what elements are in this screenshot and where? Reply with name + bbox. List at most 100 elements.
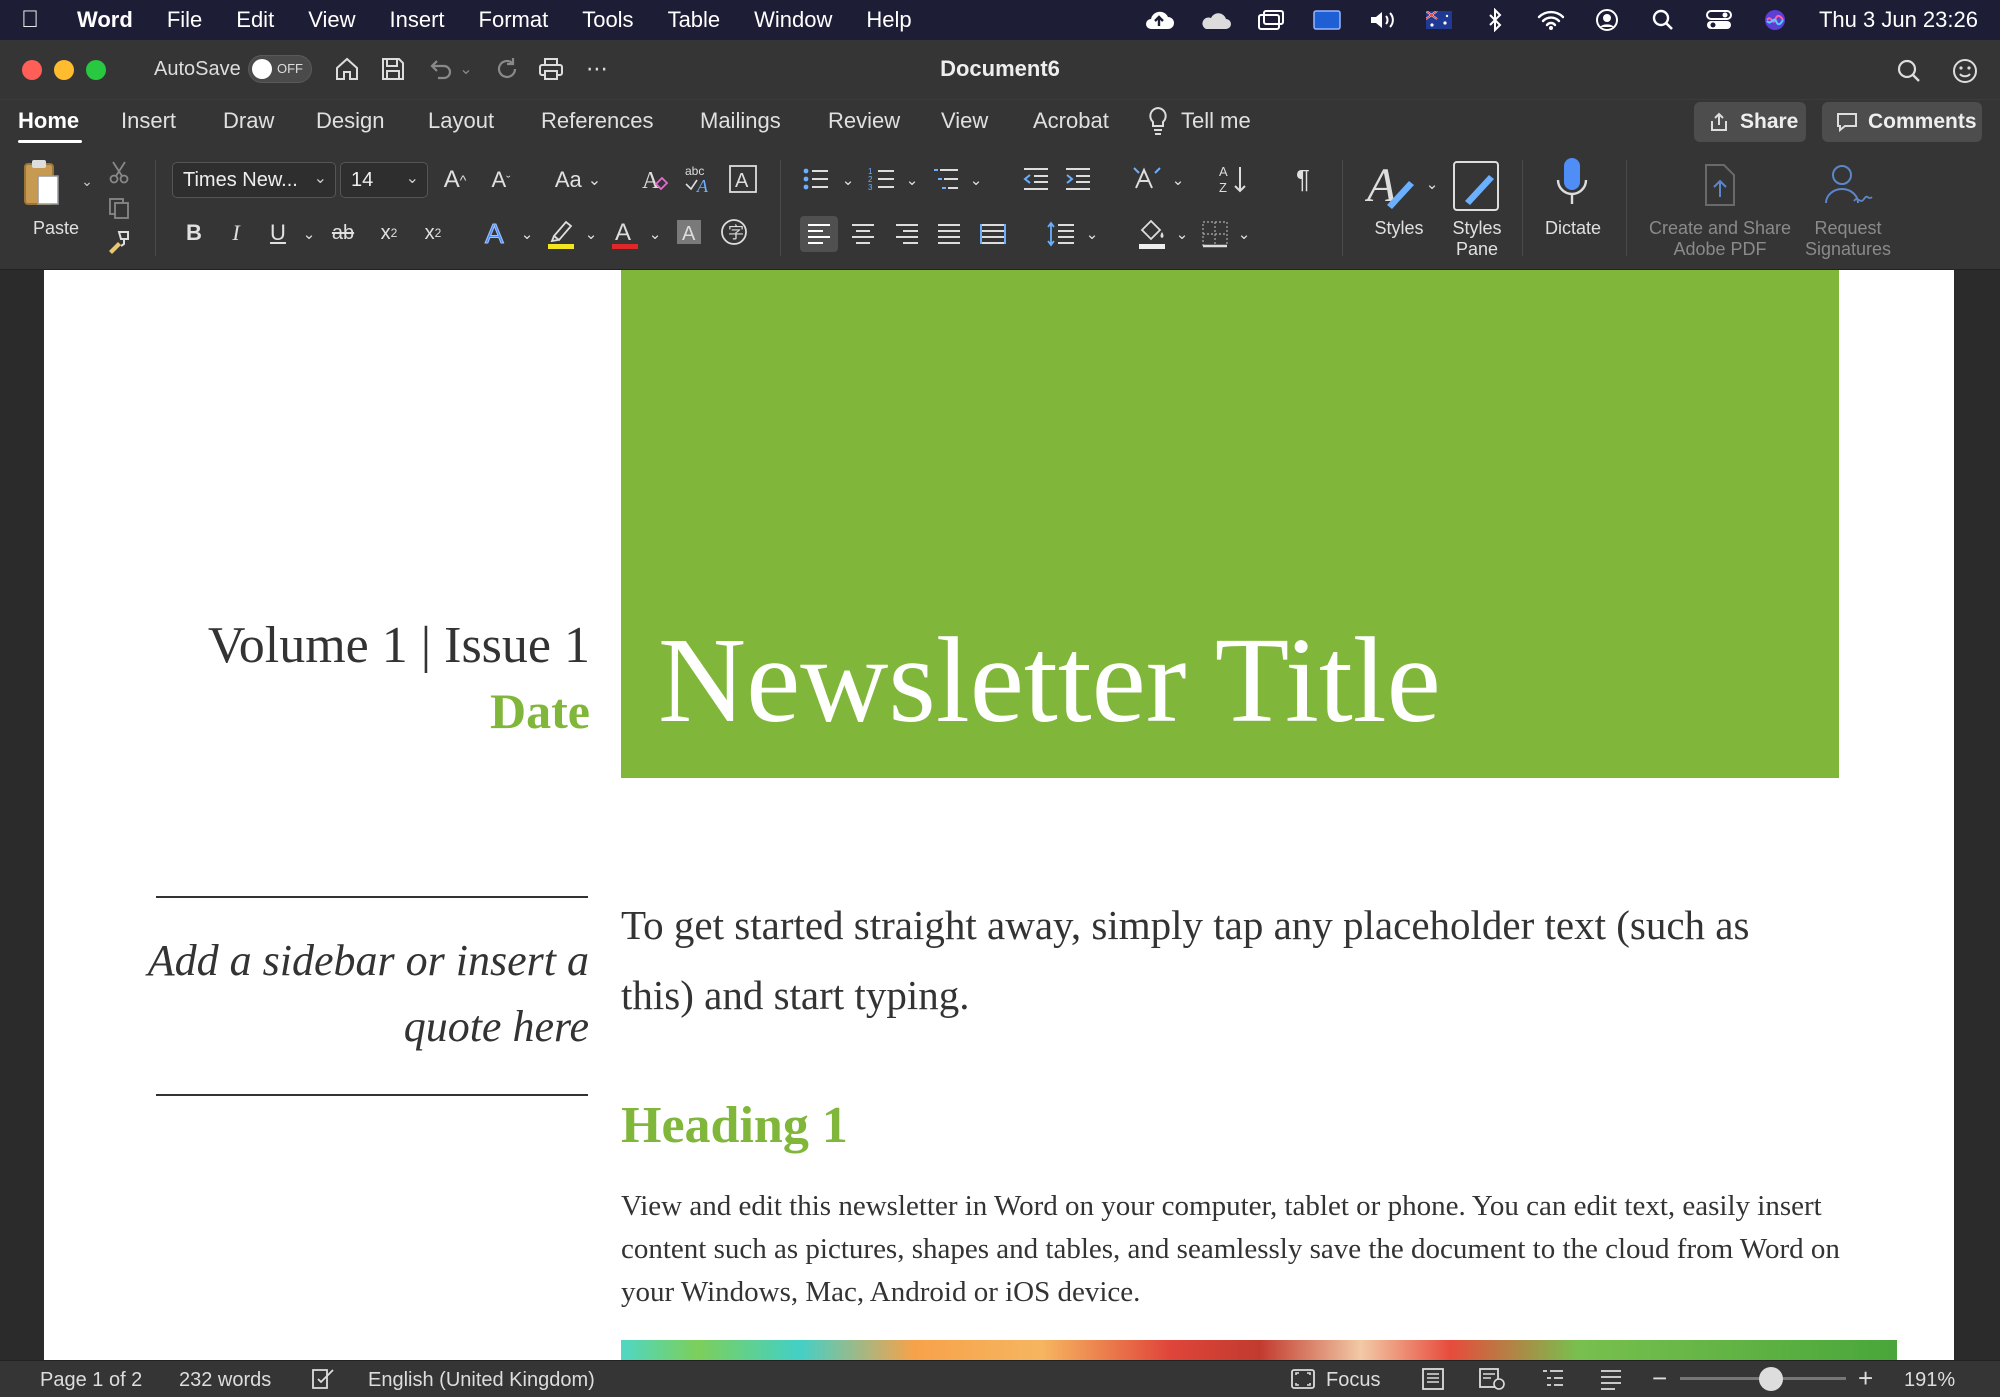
spelling-check-icon[interactable]: abc A — [682, 160, 718, 198]
align-center-button[interactable] — [846, 216, 880, 252]
zoom-in-button[interactable]: + — [1858, 1363, 1873, 1394]
tell-me-search[interactable]: Tell me — [1181, 108, 1251, 134]
focus-button[interactable]: Focus — [1326, 1369, 1380, 1392]
bullets-icon[interactable] — [800, 164, 832, 194]
window-switch-icon[interactable] — [1253, 7, 1289, 33]
tab-mailings[interactable]: Mailings — [700, 108, 781, 134]
text-direction-chevron-icon[interactable]: ⌄ — [1170, 168, 1186, 192]
zoom-out-button[interactable]: − — [1652, 1363, 1667, 1394]
highlighter-icon[interactable] — [544, 214, 578, 252]
search-icon[interactable] — [1894, 56, 1924, 86]
web-layout-view-icon[interactable] — [1478, 1367, 1506, 1391]
input-source-flag-icon[interactable] — [1421, 7, 1457, 33]
cloud-upload-icon[interactable] — [1141, 7, 1177, 33]
focus-icon[interactable] — [1290, 1367, 1316, 1391]
draft-view-icon[interactable] — [1598, 1367, 1624, 1391]
user-account-icon[interactable] — [1589, 7, 1625, 33]
cut-icon[interactable] — [106, 158, 132, 186]
sidebar-quote[interactable]: Add a sidebar or insert a quote here — [144, 928, 589, 1060]
tab-references[interactable]: References — [541, 108, 654, 134]
menu-window[interactable]: Window — [737, 7, 849, 33]
tab-draw[interactable]: Draw — [223, 108, 274, 134]
tab-layout[interactable]: Layout — [428, 108, 494, 134]
menu-table[interactable]: Table — [651, 7, 738, 33]
borders-icon[interactable] — [1198, 216, 1232, 252]
menu-file[interactable]: File — [150, 7, 219, 33]
italic-button[interactable]: I — [220, 216, 252, 250]
multilevel-list-icon[interactable] — [930, 164, 962, 194]
tab-design[interactable]: Design — [316, 108, 384, 134]
wifi-icon[interactable] — [1533, 7, 1569, 33]
superscript-button[interactable]: x2 — [416, 216, 450, 250]
heading-1[interactable]: Heading 1 — [621, 1096, 848, 1155]
microphone-icon[interactable] — [1552, 156, 1592, 212]
issue-date[interactable]: Date — [490, 682, 590, 740]
adobe-pdf-icon[interactable] — [1700, 160, 1740, 210]
shrink-font-icon[interactable]: Aˇ — [484, 162, 518, 198]
display-icon[interactable] — [1309, 7, 1345, 33]
menu-insert[interactable]: Insert — [372, 7, 461, 33]
font-color-chevron-icon[interactable]: ⌄ — [646, 220, 664, 248]
menu-format[interactable]: Format — [462, 7, 566, 33]
tab-review[interactable]: Review — [828, 108, 900, 134]
line-spacing-icon[interactable] — [1044, 216, 1078, 252]
clear-formatting-icon[interactable]: A — [638, 162, 672, 198]
outline-view-icon[interactable] — [1540, 1367, 1566, 1391]
multilevel-chevron-icon[interactable]: ⌄ — [968, 168, 984, 192]
styles-pane-icon[interactable] — [1450, 158, 1504, 214]
subscript-button[interactable]: x2 — [372, 216, 406, 250]
menu-edit[interactable]: Edit — [219, 7, 291, 33]
tab-home[interactable]: Home — [18, 108, 79, 134]
bluetooth-icon[interactable] — [1477, 7, 1513, 33]
text-box-icon[interactable]: A — [726, 162, 760, 196]
menu-help[interactable]: Help — [849, 7, 928, 33]
language-indicator[interactable]: English (United Kingdom) — [368, 1369, 595, 1392]
increase-indent-icon[interactable] — [1062, 164, 1094, 194]
intro-paragraph[interactable]: To get started straight away, simply tap… — [621, 890, 1831, 1030]
volume-icon[interactable] — [1365, 7, 1401, 33]
menu-tools[interactable]: Tools — [565, 7, 650, 33]
text-direction-icon[interactable] — [1130, 162, 1164, 196]
shading-chevron-icon[interactable]: ⌄ — [1174, 222, 1190, 246]
bold-button[interactable]: B — [178, 216, 210, 250]
proofing-icon[interactable] — [310, 1367, 336, 1391]
grow-font-icon[interactable]: A ^ — [438, 162, 472, 198]
siri-icon[interactable] — [1757, 7, 1793, 33]
numbering-chevron-icon[interactable]: ⌄ — [904, 168, 920, 192]
menubar-clock[interactable]: Thu 3 Jun 23:26 — [1803, 7, 2000, 33]
control-center-icon[interactable] — [1701, 7, 1737, 33]
request-signatures-icon[interactable] — [1824, 160, 1874, 210]
font-size-dropdown[interactable]: 14 ⌄ — [340, 162, 428, 198]
onedrive-cloud-icon[interactable] — [1197, 7, 1233, 33]
line-spacing-chevron-icon[interactable]: ⌄ — [1084, 222, 1100, 246]
sort-icon[interactable]: AZ — [1216, 162, 1250, 196]
distributed-align-button[interactable] — [976, 216, 1010, 252]
font-name-dropdown[interactable]: Times New... ⌄ — [172, 162, 336, 198]
share-button[interactable]: Share — [1694, 102, 1806, 142]
underline-button[interactable]: U — [262, 216, 294, 250]
shading-bucket-icon[interactable] — [1134, 214, 1170, 252]
text-effects-icon[interactable]: A — [480, 214, 514, 250]
comments-button[interactable]: Comments — [1822, 102, 1982, 142]
page-count[interactable]: Page 1 of 2 — [40, 1369, 142, 1392]
menu-view[interactable]: View — [291, 7, 372, 33]
format-painter-icon[interactable] — [104, 228, 132, 256]
numbering-icon[interactable]: 123 — [866, 164, 898, 194]
font-color-icon[interactable]: A — [608, 214, 642, 252]
tab-insert[interactable]: Insert — [121, 108, 176, 134]
body-paragraph[interactable]: View and edit this newsletter in Word on… — [621, 1185, 1871, 1314]
styles-gallery-icon[interactable]: A — [1364, 158, 1420, 214]
justify-button[interactable] — [932, 216, 966, 252]
tab-view[interactable]: View — [941, 108, 988, 134]
text-effects-chevron-icon[interactable]: ⌄ — [518, 220, 536, 248]
borders-chevron-icon[interactable]: ⌄ — [1236, 222, 1252, 246]
lightbulb-icon[interactable] — [1144, 104, 1172, 138]
newsletter-title[interactable]: Newsletter Title — [658, 620, 1441, 742]
show-formatting-marks-icon[interactable]: ¶ — [1288, 162, 1318, 196]
print-layout-view-icon[interactable] — [1420, 1367, 1446, 1391]
decrease-indent-icon[interactable] — [1020, 164, 1052, 194]
volume-issue[interactable]: Volume 1 | Issue 1 — [208, 616, 590, 675]
strikethrough-button[interactable]: ab — [326, 216, 360, 250]
paste-icon[interactable] — [22, 158, 62, 210]
styles-chevron-icon[interactable]: ⌄ — [1424, 172, 1440, 196]
